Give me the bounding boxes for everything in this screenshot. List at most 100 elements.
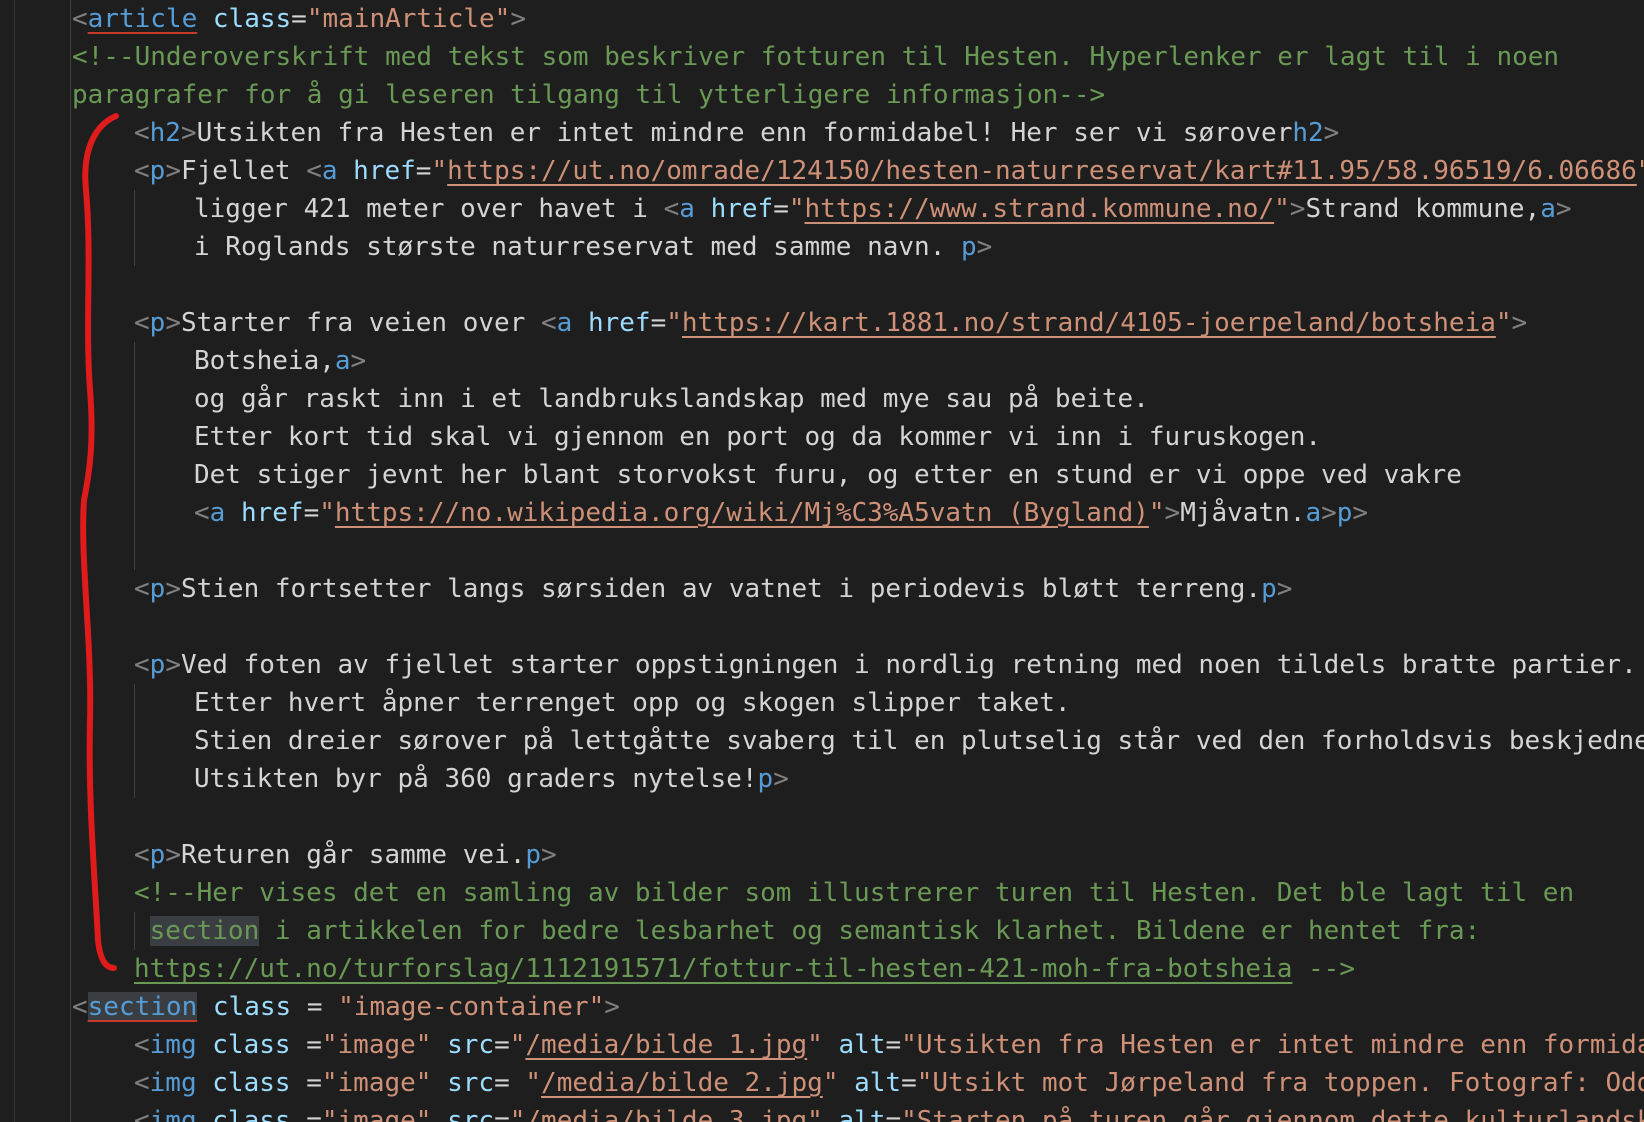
attr-name: href: [240, 498, 304, 528]
paragraph-text: Det stiger jevnt her blant storvokst fur…: [194, 460, 1462, 490]
editor-gutter-border: [14, 0, 15, 1122]
code-line-19[interactable]: <p>Returen går samme vei.p>: [134, 836, 557, 874]
code-line-15[interactable]: <p>Ved foten av fjellet starter oppstign…: [134, 646, 1637, 684]
tag-name: a: [334, 346, 351, 376]
image-src[interactable]: /media/bilde 3.jpg: [525, 1106, 807, 1122]
paragraph-text: Etter kort tid skal vi gjennom en port o…: [194, 422, 1322, 452]
attr-name: class: [212, 1068, 291, 1098]
code-editor[interactable]: <article class="mainArticle"> <!--Undero…: [0, 0, 1644, 1122]
attr-name: alt: [838, 1106, 886, 1122]
code-line-22[interactable]: https://ut.no/turforslag/1112191571/fott…: [134, 950, 1355, 988]
code-line-7[interactable]: i Roglands største naturreservat med sam…: [194, 228, 992, 266]
attr-name: href: [587, 308, 651, 338]
code-line-13[interactable]: <a href="https://no.wikipedia.org/wiki/M…: [194, 494, 1368, 532]
code-line-4[interactable]: <h2>Utsikten fra Hesten er intet mindre …: [134, 114, 1339, 152]
comment-text: <!--Underoverskrift med tekst som beskri…: [72, 42, 1560, 72]
attr-name: class: [212, 1030, 291, 1060]
attr-value: "image": [321, 1106, 432, 1122]
attr-name: src: [447, 1030, 495, 1060]
code-line-9[interactable]: Botsheia,a>: [194, 342, 366, 380]
attr-name: src: [447, 1068, 495, 1098]
link-text: Strand kommune,: [1305, 194, 1541, 224]
comment-text: i artikkelen for bedre lesbarhet og sema…: [259, 916, 1481, 946]
paragraph-text: Returen går samme vei.: [180, 840, 526, 870]
tag-name: p: [1261, 574, 1277, 604]
attr-name: href: [353, 156, 416, 186]
alt-text: "Utsikten fra Hesten er intet mindre enn…: [901, 1030, 1644, 1060]
comment-text: <!--Her vises det en samling av bilder s…: [134, 878, 1575, 908]
comment-text: paragrafer for å gi leseren tilgang til …: [72, 80, 1106, 110]
code-line-18[interactable]: Utsikten byr på 360 graders nytelse!p>: [194, 760, 789, 798]
link-url[interactable]: https://no.wikipedia.org/wiki/Mj%C3%A5va…: [335, 498, 1149, 528]
paragraph-text: og går raskt inn i et landbrukslandskap …: [194, 384, 1149, 414]
paragraph-text: Starter fra veien over: [180, 308, 541, 338]
code-line-6[interactable]: ligger 421 meter over havet i <a href="h…: [194, 190, 1572, 228]
attr-value: "mainArticle": [306, 4, 511, 34]
code-line-12[interactable]: Det stiger jevnt her blant storvokst fur…: [194, 456, 1462, 494]
tag-name: p: [149, 308, 166, 338]
attr-value: "image": [321, 1030, 432, 1060]
code-line-10[interactable]: og går raskt inn i et landbrukslandskap …: [194, 380, 1149, 418]
indent-guide: [134, 342, 135, 570]
tag-name: img: [149, 1106, 197, 1122]
tag-name: a: [321, 156, 338, 186]
attr-value: "image-container": [338, 992, 605, 1022]
paragraph-text: Stien fortsetter langs sørsiden av vatne…: [180, 574, 1262, 604]
link-text: Mjåvatn.: [1180, 498, 1306, 528]
code-line-23[interactable]: <section class = "image-container">: [72, 988, 620, 1026]
tag-name: p: [149, 574, 166, 604]
heading-text: Utsikten fra Hesten er intet mindre enn …: [196, 118, 1293, 148]
code-line-2[interactable]: <!--Underoverskrift med tekst som beskri…: [72, 38, 1559, 76]
attr-name: src: [447, 1106, 495, 1122]
tag-name: img: [149, 1030, 197, 1060]
tag-name: p: [149, 840, 166, 870]
code-line-8[interactable]: <p>Starter fra veien over <a href="https…: [134, 304, 1527, 342]
code-line-24[interactable]: <img class ="image" src="/media/bilde 1.…: [134, 1026, 1644, 1064]
paragraph-text: i Roglands største naturreservat med sam…: [194, 232, 962, 262]
code-line-16[interactable]: Etter hvert åpner terrenget opp og skoge…: [194, 684, 1071, 722]
code-line-1[interactable]: <article class="mainArticle">: [72, 0, 526, 38]
link-url[interactable]: https://kart.1881.no/strand/4105-joerpel…: [682, 308, 1496, 338]
code-line-3[interactable]: paragrafer for å gi leseren tilgang til …: [72, 76, 1105, 114]
tag-name: a: [1540, 194, 1556, 224]
code-line-20[interactable]: <!--Her vises det en samling av bilder s…: [134, 874, 1574, 912]
code-line-11[interactable]: Etter kort tid skal vi gjennom en port o…: [194, 418, 1321, 456]
tag-name: p: [1336, 498, 1353, 528]
link-text: Botsheia,: [194, 346, 335, 376]
tag-name: a: [1305, 498, 1322, 528]
paragraph-text: Fjellet: [180, 156, 307, 186]
attr-name: alt: [838, 1030, 886, 1060]
attr-name: class: [212, 1106, 291, 1122]
attr-name: class: [212, 4, 292, 34]
code-line-17[interactable]: Stien dreier sørover på lettgåtte svaber…: [194, 722, 1644, 760]
tag-name: img: [149, 1068, 197, 1098]
paragraph-text: Stien dreier sørover på lettgåtte svaber…: [194, 726, 1644, 756]
paragraph-text: Ved foten av fjellet starter oppstigning…: [180, 650, 1637, 680]
comment-url[interactable]: https://ut.no/turforslag/1112191571/fott…: [134, 954, 1292, 984]
code-line-21[interactable]: section i artikkelen for bedre lesbarhet…: [134, 912, 1480, 950]
tag-name: h2: [149, 118, 181, 148]
tag-name: section: [87, 992, 198, 1022]
alt-text: "Utsikt mot Jørpeland fra toppen. Fotogr…: [916, 1068, 1644, 1098]
code-line-26[interactable]: <img class ="image" src="/media/bilde 3.…: [134, 1102, 1644, 1122]
image-src[interactable]: /media/bilde 2.jpg: [541, 1068, 823, 1098]
paragraph-text: Etter hvert åpner terrenget opp og skoge…: [194, 688, 1071, 718]
tag-name: article: [87, 4, 198, 34]
tag-name: a: [556, 308, 573, 338]
indent-guide: [134, 190, 135, 266]
code-line-25[interactable]: <img class ="image" src= "/media/bilde 2…: [134, 1064, 1644, 1102]
code-line-14[interactable]: <p>Stien fortsetter langs sørsiden av va…: [134, 570, 1292, 608]
image-src[interactable]: /media/bilde 1.jpg: [525, 1030, 807, 1060]
attr-value: "image": [321, 1068, 432, 1098]
link-url[interactable]: https://www.strand.kommune.no/: [805, 194, 1275, 224]
link-url[interactable]: https://ut.no/omrade/124150/hesten-natur…: [447, 156, 1637, 186]
tag-name: p: [961, 232, 977, 262]
tag-name: p: [525, 840, 541, 870]
tag-name: h2: [1292, 118, 1324, 148]
tag-name: p: [149, 650, 166, 680]
code-line-5[interactable]: <p>Fjellet <a href="https://ut.no/omrade…: [134, 152, 1644, 190]
tag-name: a: [679, 194, 695, 224]
alt-text: "Starten på turen går gjennom dette kult…: [901, 1106, 1644, 1122]
indent-guide: [134, 684, 135, 798]
paragraph-text: Utsikten byr på 360 graders nytelse!: [194, 764, 758, 794]
